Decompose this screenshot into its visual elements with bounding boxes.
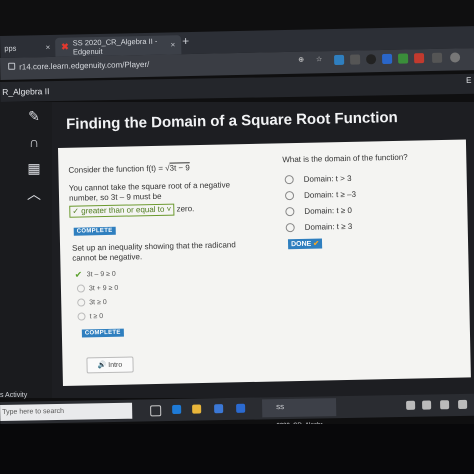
answer-line-end: zero. (176, 204, 195, 214)
calculator-icon[interactable]: ▦ (24, 160, 44, 178)
radicand: 3t − 9 (169, 163, 190, 173)
activity-label: s Activity (0, 392, 28, 399)
choice-label: 3t + 9 ≥ 0 (88, 284, 119, 292)
network-icon[interactable] (422, 400, 432, 410)
check-icon: ✔ (313, 240, 320, 248)
extension-icon[interactable] (382, 53, 393, 64)
choice-label: t ≥ 0 (89, 312, 104, 320)
extension-icon[interactable] (431, 52, 443, 63)
browser-tab-apps[interactable]: pps × (0, 38, 56, 58)
option-label: Domain: t > 3 (303, 173, 352, 184)
inequality-choices: ✔ 3t – 9 ≥ 0 3t + 9 ≥ 0 3t ≥ 0 t ≥ 0 (75, 267, 120, 324)
comparison-dropdown[interactable]: ✓ greater than or equal to ˅ (69, 203, 175, 218)
radio-icon (284, 174, 294, 184)
radio-icon (284, 190, 295, 200)
radio-icon (77, 312, 86, 321)
close-tab-icon[interactable]: × (45, 43, 50, 52)
answer-line: ✓ greater than or equal to ˅ zero. (69, 203, 194, 218)
profile-avatar[interactable] (449, 52, 461, 63)
choice-label: 3t ≥ 0 (89, 298, 107, 306)
complete-badge: COMPLETE (73, 226, 116, 236)
complete-badge: COMPLETE (81, 328, 124, 338)
explanation-line-2: number, so 3t – 9 must be (68, 191, 162, 203)
domain-question: What is the domain of the function? (282, 152, 408, 165)
monitor-bezel (0, 424, 474, 474)
notification-icon[interactable] (458, 399, 468, 410)
domain-option[interactable]: Domain: t ≥ –3 (284, 186, 357, 203)
windows-taskbar: Type here to search SS 2020_CR_Algebr... (0, 393, 474, 429)
domain-option[interactable]: Domain: t ≥ 3 (285, 218, 357, 235)
new-tab-button[interactable]: + (182, 34, 189, 48)
radio-icon (76, 284, 86, 293)
volume-icon[interactable] (440, 400, 450, 410)
option-label: Domain: t ≥ –3 (303, 189, 357, 200)
extension-icon[interactable] (366, 54, 377, 65)
url-text: r14.core.learn.edgenuity.com/Player/ (19, 59, 150, 72)
intro-button[interactable]: 🔊 Intro (86, 356, 134, 374)
zoom-icon[interactable]: ⊕ (296, 56, 306, 66)
radio-icon (77, 298, 86, 307)
choice-option[interactable]: ✔ 3t – 9 ≥ 0 (75, 267, 119, 282)
setup-line-1: Set up an inequality showing that the ra… (72, 240, 236, 253)
setup-line-2: cannot be negative. (72, 252, 143, 263)
headphones-icon[interactable]: ∩ (24, 134, 44, 152)
mail-icon[interactable] (236, 403, 246, 413)
intro-label: Intro (108, 361, 123, 369)
edge-icon[interactable] (172, 404, 182, 414)
domain-options: Domain: t > 3 Domain: t ≥ –3 Domain: t ≥… (284, 170, 357, 235)
tool-sidebar: ✎ ∩ ▦ ︿ (0, 102, 52, 398)
tab-label: pps (4, 43, 17, 53)
lock-icon (8, 62, 16, 70)
choice-option[interactable]: 3t ≥ 0 (75, 295, 119, 310)
choice-option[interactable]: t ≥ 0 (75, 309, 119, 324)
extension-icon[interactable] (413, 53, 425, 64)
radio-icon (285, 206, 295, 216)
choice-option[interactable]: 3t + 9 ≥ 0 (75, 281, 119, 296)
option-label: Domain: t ≥ 3 (304, 221, 353, 232)
prompt-text: Consider the function f(t) = (68, 163, 164, 175)
option-label: Domain: t ≥ 0 (304, 205, 352, 216)
store-icon[interactable] (214, 404, 224, 414)
function-prompt: Consider the function f(t) = √3t − 9 (68, 163, 190, 176)
course-name: R_Algebra II (2, 86, 50, 97)
folder-icon[interactable] (192, 404, 202, 414)
domain-option[interactable]: Domain: t > 3 (284, 170, 356, 187)
done-label: DONE (291, 240, 312, 249)
radio-icon (285, 222, 295, 232)
domain-option[interactable]: Domain: t ≥ 0 (285, 202, 356, 219)
edgenuity-logo-icon: ✖ (61, 41, 69, 52)
extension-icon[interactable] (334, 54, 345, 66)
bookmark-star-icon[interactable]: ☆ (314, 55, 324, 65)
collapse-up-icon[interactable]: ︿ (24, 184, 44, 202)
tab-label: SS 2020_CR_Algebra II - Edgenuit (72, 36, 158, 56)
extension-icon[interactable] (350, 54, 361, 65)
taskbar-chrome-app[interactable]: SS 2020_CR_Algebr... (261, 398, 337, 429)
extension-icon[interactable] (397, 53, 409, 64)
check-icon: ✔ (74, 269, 83, 280)
header-right-label: E (465, 75, 472, 85)
speaker-icon: 🔊 (97, 362, 107, 370)
close-tab-icon[interactable]: × (170, 40, 175, 49)
task-view-icon[interactable] (150, 405, 162, 417)
choice-label: 3t – 9 ≥ 0 (86, 270, 116, 278)
done-button[interactable]: DONE ✔ (287, 238, 323, 250)
activity-panel: Consider the function f(t) = √3t − 9 You… (58, 139, 471, 386)
tray-icon[interactable] (406, 400, 416, 410)
url-field[interactable]: r14.core.learn.edgenuity.com/Player/ (8, 60, 149, 72)
pencil-icon[interactable]: ✎ (24, 108, 44, 126)
taskbar-search-input[interactable]: Type here to search (0, 402, 133, 421)
